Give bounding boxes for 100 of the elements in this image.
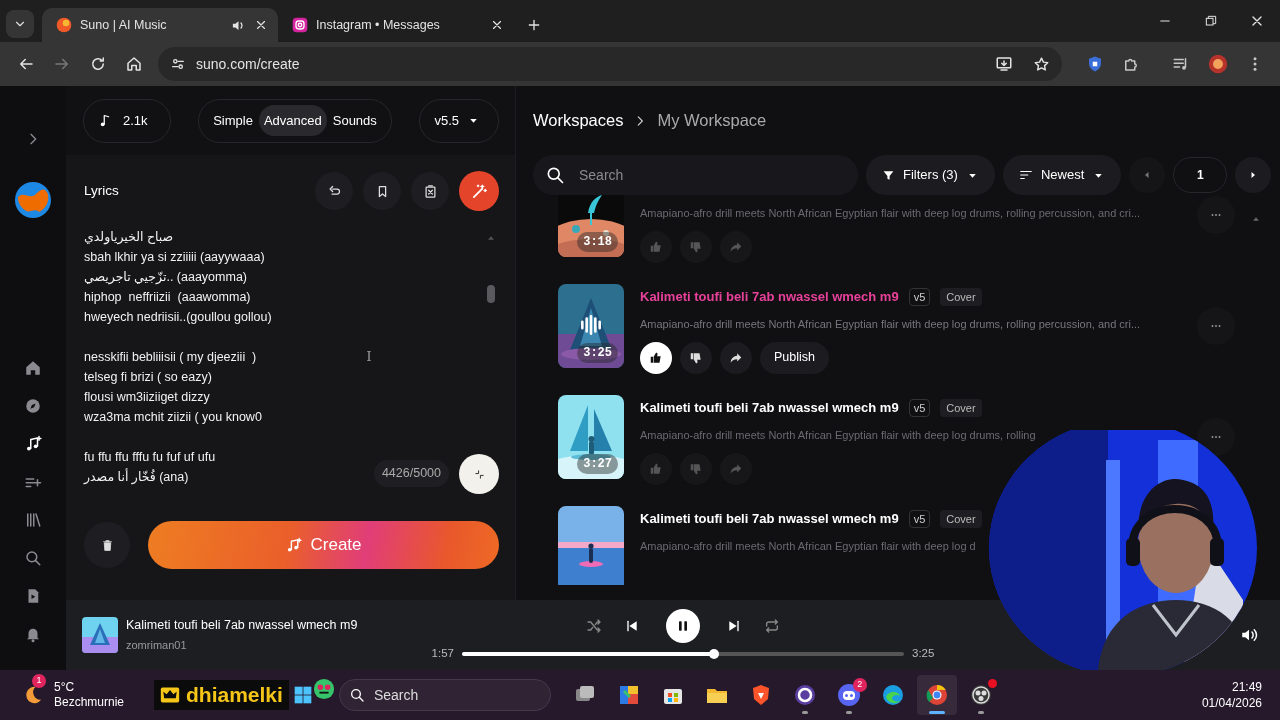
clear-button[interactable] [411, 172, 449, 210]
lyrics-line: sbah lkhir ya si zziiiii (aayywaaa) [84, 249, 266, 266]
create-music-icon[interactable] [24, 435, 42, 453]
filters-dropdown[interactable]: Filters (3) [866, 155, 995, 195]
stream-overlay: dhiamelki [154, 680, 289, 710]
total-time: 3:25 [912, 646, 935, 662]
delete-button[interactable] [84, 522, 130, 568]
taskbar-search-field[interactable]: Search [338, 679, 551, 711]
song-title[interactable]: Kalimeti toufi beli 7ab nwassel wmech m9 [640, 398, 899, 418]
collapse-icon [473, 468, 485, 480]
elapsed-time: 1:57 [431, 646, 454, 662]
profile-icon[interactable] [1208, 54, 1228, 74]
magic-wand-button[interactable] [459, 171, 499, 211]
mode-tab[interactable]: Simple [208, 104, 258, 137]
publish-button[interactable]: Publish [760, 341, 829, 374]
shield-icon[interactable] [1086, 55, 1104, 73]
create-music-icon [285, 536, 303, 554]
version-tag: v5 [908, 509, 931, 529]
like-button[interactable] [640, 341, 672, 374]
mode-tab[interactable]: Advanced [258, 104, 327, 137]
duration-label: 3:25 [577, 343, 618, 363]
camera-logo-icon [292, 17, 308, 33]
thumbs-up-icon [649, 461, 663, 476]
bookmark-button[interactable] [363, 172, 401, 210]
collapse-button[interactable] [459, 454, 499, 494]
share-button[interactable] [720, 341, 752, 374]
tab-search-button[interactable] [6, 10, 34, 38]
mode-tab[interactable]: Sounds [327, 104, 382, 137]
compass-icon[interactable] [24, 397, 42, 415]
address-bar[interactable]: suno.com/create [158, 47, 1062, 81]
repeat-icon[interactable] [764, 618, 780, 635]
breadcrumb-link[interactable]: Workspaces [533, 108, 624, 133]
restore-icon[interactable] [1203, 13, 1219, 29]
song-description: Amapiano-afro drill meets North African Egyptian flair with deep log drums, rolling percussion, and cri... [640, 317, 1142, 332]
song-description: Amapiano-afro drill meets North African Egyptian flair with deep log d [640, 539, 977, 554]
clear-icon [422, 183, 438, 199]
search-icon[interactable] [24, 549, 42, 567]
sticker-icon [312, 678, 335, 700]
volume-icon[interactable] [1240, 626, 1258, 644]
song-description: Amapiano-afro drill meets North African Egyptian flair with deep log drums, rolling [640, 428, 1037, 443]
character-counter: 4426/5000 [373, 460, 449, 487]
lyrics-line: hweyech nedriisii..(goullou gollou) [84, 309, 273, 326]
chat-app-icon [836, 683, 861, 707]
close-icon[interactable] [490, 18, 504, 32]
weather-condition: Bezchmurnie [54, 695, 125, 710]
taskbar-app[interactable] [916, 675, 957, 715]
create-button[interactable]: Create [148, 521, 499, 569]
cover-tag: Cover [940, 287, 982, 307]
lyrics-line: nesskifii bebliiisii ( my djeeziii ) [84, 349, 258, 366]
sort-dropdown[interactable]: Newest [1002, 155, 1122, 195]
lyrics-line: تزّجيي تاجريصي.. (aaayomma) [84, 269, 248, 287]
wave-browser-icon [880, 683, 905, 707]
breadcrumb-link[interactable]: My Workspace [657, 108, 767, 133]
lyrics-line: fu ffu ffu fffu fu fuf uf ufu [84, 449, 217, 466]
crown-icon [160, 686, 180, 704]
song-title[interactable]: Kalimeti toufi beli 7ab nwassel wmech m9 [640, 509, 899, 529]
cover-tag: Cover [940, 398, 982, 418]
library-icon[interactable] [24, 511, 42, 529]
thumbs-up-icon [649, 239, 663, 254]
lyrics-line: فُخّار أنا مصدر (ana) [84, 467, 190, 487]
home-icon[interactable] [24, 359, 42, 377]
lyrics-line: flousi wm3iiziiget dizzy [84, 389, 211, 406]
home-icon[interactable] [125, 55, 143, 73]
artist-name[interactable]: zomriman01 [126, 637, 428, 654]
round-browser-icon [924, 683, 949, 707]
new-tab-icon[interactable] [526, 17, 542, 33]
site-settings-icon[interactable] [170, 56, 186, 72]
start-icon[interactable] [292, 685, 313, 705]
sort-icon [1018, 168, 1033, 182]
lyrics-line: صباح الخيرياولدي [84, 229, 175, 247]
track-title[interactable]: Kalimeti toufi beli 7ab nwassel wmech m9 [126, 616, 428, 636]
undo-button[interactable] [315, 172, 353, 210]
waveform-icon [578, 312, 604, 338]
avatar-icon[interactable] [15, 182, 51, 218]
star-icon[interactable] [1033, 55, 1050, 73]
thumbs-down-icon [689, 239, 703, 254]
version-tag: v5 [908, 287, 931, 307]
thumbs-down-icon [689, 461, 703, 476]
app-logo-icon [56, 17, 72, 33]
notification-badge: 2 [852, 678, 867, 692]
taskbar-app[interactable]: 2 [828, 675, 869, 715]
version-tag: v5 [908, 398, 931, 418]
recorder-icon [968, 683, 993, 707]
install-icon[interactable] [995, 55, 1013, 73]
scrollbar-thumb[interactable] [487, 285, 495, 303]
cover-tag: Cover [940, 509, 982, 529]
close-icon[interactable] [254, 18, 268, 32]
browser-tab[interactable]: Instagram • Messages [278, 8, 514, 42]
song-title[interactable]: Kalimeti toufi beli 7ab nwassel wmech m9 [640, 287, 899, 307]
pause-button[interactable] [666, 609, 700, 644]
shuffle-icon[interactable] [586, 618, 602, 635]
thumbs-down-icon [689, 350, 703, 365]
duration-label: 3:27 [577, 454, 618, 474]
progress-slider[interactable] [462, 652, 904, 656]
notification-badge: 1 [32, 674, 46, 688]
browser-tab[interactable]: Suno | AI Music [42, 8, 278, 42]
dislike-button[interactable] [680, 341, 712, 374]
search-field[interactable]: Search [533, 155, 858, 195]
trash-icon [100, 538, 114, 552]
reload-icon[interactable] [89, 55, 107, 73]
